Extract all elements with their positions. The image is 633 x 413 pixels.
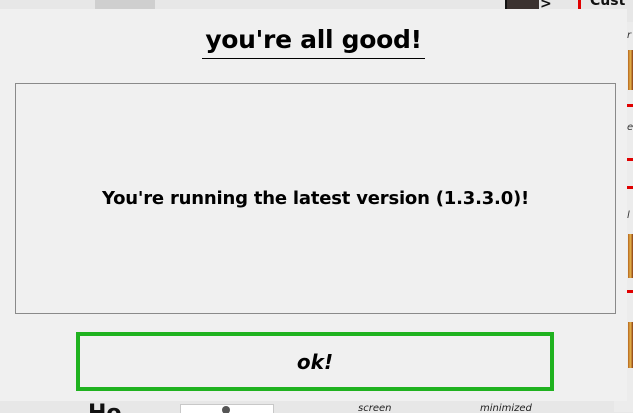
option-label: screen (358, 403, 392, 413)
side-label: e (627, 122, 633, 133)
divider (627, 104, 633, 107)
dropdown-icon (222, 406, 230, 413)
version-message: You're running the latest version (1.3.3… (101, 188, 530, 209)
update-dialog: you're all good! You're running the late… (0, 9, 627, 401)
thumbnail[interactable] (628, 50, 633, 90)
ok-button-label: ok! (296, 349, 334, 374)
side-label: r (627, 30, 632, 41)
divider (627, 158, 633, 161)
screen: > Cust r e l Ho screen minimized you're … (0, 0, 633, 413)
option-label: minimized (480, 403, 532, 413)
section-heading: Ho (88, 401, 122, 413)
message-panel: You're running the latest version (1.3.3… (15, 83, 616, 314)
thumbnail[interactable] (628, 322, 633, 368)
dialog-title: you're all good! (202, 25, 425, 59)
thumbnail[interactable] (628, 234, 633, 278)
user-label[interactable]: Cust (590, 0, 625, 9)
background-tab (95, 0, 155, 9)
divider (627, 186, 633, 189)
ok-button[interactable]: ok! (76, 332, 554, 391)
divider (627, 290, 633, 293)
side-label: l (627, 210, 630, 221)
dialog-header: you're all good! (0, 25, 627, 59)
